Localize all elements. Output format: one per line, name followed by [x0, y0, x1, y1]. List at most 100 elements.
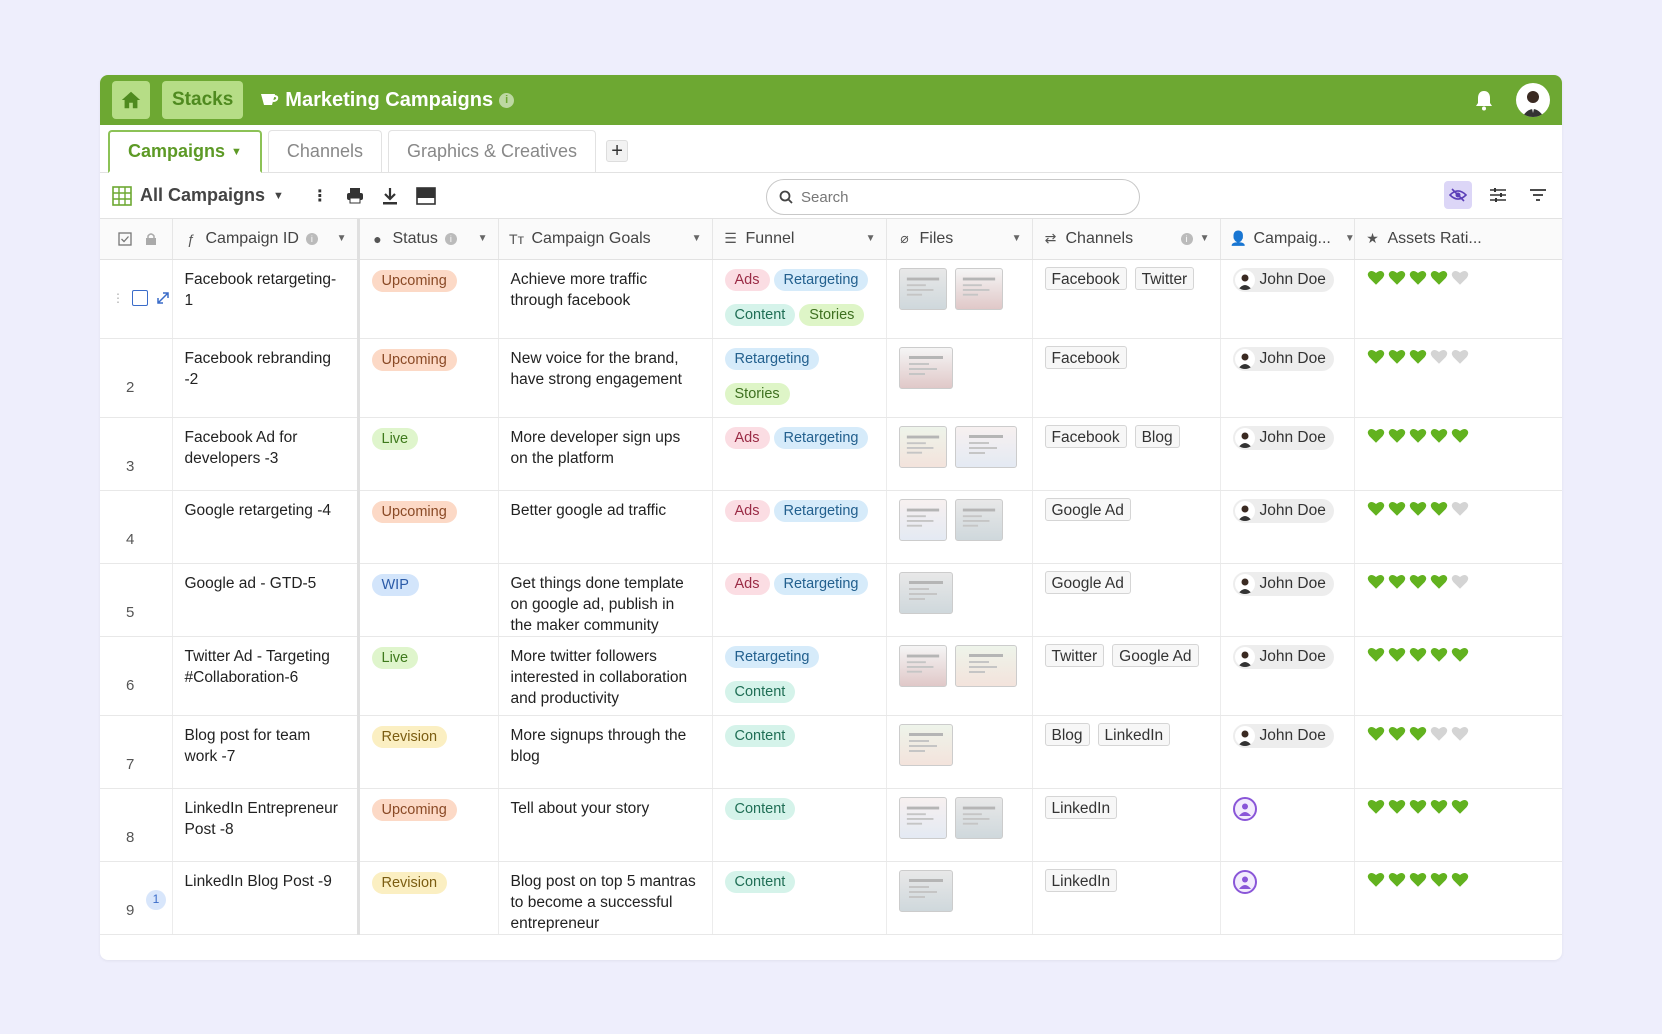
heart-icon[interactable] [1367, 646, 1385, 663]
tab-channels[interactable]: Channels [267, 130, 382, 172]
info-icon[interactable]: i [1180, 232, 1193, 245]
heart-icon[interactable] [1388, 646, 1406, 663]
status-cell[interactable]: Live [358, 636, 499, 716]
heart-icon[interactable] [1388, 871, 1406, 888]
rating-cell[interactable] [1354, 417, 1562, 491]
channels-cell[interactable]: Facebook [1032, 338, 1221, 418]
channel-link[interactable]: Google Ad [1044, 497, 1131, 521]
goal-cell[interactable]: More developer sign ups on the platform [498, 417, 713, 491]
hide-fields-button[interactable] [1444, 181, 1472, 209]
heart-icon[interactable] [1367, 798, 1385, 815]
table-row[interactable]: 91 LinkedIn Blog Post -9 Revision Blog p… [100, 861, 1562, 935]
files-cell[interactable] [886, 636, 1033, 716]
file-thumbnail[interactable] [898, 425, 947, 468]
file-thumbnail[interactable] [898, 571, 953, 614]
owner-cell[interactable]: John Doe [1220, 490, 1355, 564]
rating-hearts[interactable] [1367, 346, 1550, 365]
status-cell[interactable]: Upcoming [358, 338, 499, 418]
column-files[interactable]: ⌀ Files ▼ [886, 219, 1033, 260]
heart-icon[interactable] [1451, 646, 1469, 663]
column-funnel[interactable]: ☰ Funnel ▼ [712, 219, 887, 260]
column-status[interactable]: ● Status i ▼ [358, 219, 499, 260]
channel-link[interactable]: Google Ad [1112, 643, 1199, 667]
files-cell[interactable] [886, 417, 1033, 491]
heart-icon[interactable] [1451, 871, 1469, 888]
heart-icon[interactable] [1388, 798, 1406, 815]
heart-icon[interactable] [1430, 871, 1448, 888]
caret-down-icon[interactable]: ▼ [337, 233, 347, 244]
channels-cell[interactable]: Google Ad [1032, 563, 1221, 637]
channels-cell[interactable]: Twitter Google Ad [1032, 636, 1221, 716]
files-cell[interactable] [886, 259, 1033, 339]
owner-cell[interactable]: John Doe [1220, 636, 1355, 716]
goal-cell[interactable]: Blog post on top 5 mantras to become a s… [498, 861, 713, 935]
funnel-cell[interactable]: Retargeting Content [712, 636, 887, 716]
info-icon[interactable]: i [444, 232, 457, 245]
files-cell[interactable] [886, 788, 1033, 862]
channels-cell[interactable]: Blog LinkedIn [1032, 715, 1221, 789]
table-row[interactable]: 6 Twitter Ad - Targeting #Collaboration-… [100, 636, 1562, 716]
rating-cell[interactable] [1354, 490, 1562, 564]
heart-icon[interactable] [1430, 500, 1448, 517]
heart-icon[interactable] [1451, 500, 1469, 517]
info-icon[interactable]: i [305, 232, 318, 245]
goal-cell[interactable]: Tell about your story [498, 788, 713, 862]
owner-cell[interactable]: John Doe [1220, 563, 1355, 637]
heart-icon[interactable] [1409, 725, 1427, 742]
checkbox-icon[interactable] [118, 232, 132, 246]
channel-link[interactable]: Google Ad [1044, 570, 1131, 594]
owner-chip[interactable]: John Doe [1232, 571, 1334, 596]
goal-cell[interactable]: Achieve more traffic through facebook [498, 259, 713, 339]
notifications-button[interactable] [1474, 89, 1494, 111]
owner-chip[interactable]: John Doe [1232, 267, 1334, 292]
status-cell[interactable]: Upcoming [358, 259, 499, 339]
channels-cell[interactable]: LinkedIn [1032, 861, 1221, 935]
heart-icon[interactable] [1409, 871, 1427, 888]
heart-icon[interactable] [1388, 573, 1406, 590]
goal-cell[interactable]: New voice for the brand, have strong eng… [498, 338, 713, 418]
select-all-header[interactable] [100, 219, 173, 260]
campaign-id-cell[interactable]: Google retargeting -4 [172, 490, 360, 564]
expand-icon[interactable] [156, 291, 170, 305]
file-thumbnail[interactable] [898, 267, 947, 310]
layout-icon[interactable] [416, 186, 436, 205]
caret-down-icon[interactable]: ▼ [1345, 233, 1353, 244]
channel-link[interactable]: LinkedIn [1044, 795, 1118, 819]
rating-cell[interactable] [1354, 788, 1562, 862]
goal-cell[interactable]: More signups through the blog [498, 715, 713, 789]
heart-icon[interactable] [1409, 646, 1427, 663]
channels-cell[interactable]: Google Ad [1032, 490, 1221, 564]
campaign-id-cell[interactable]: LinkedIn Blog Post -9 [172, 861, 360, 935]
home-button[interactable] [112, 81, 150, 119]
table-row[interactable]: 3 Facebook Ad for developers -3 Live Mor… [100, 417, 1562, 491]
heart-icon[interactable] [1409, 269, 1427, 286]
heart-icon[interactable] [1367, 500, 1385, 517]
rating-cell[interactable] [1354, 338, 1562, 418]
heart-icon[interactable] [1451, 348, 1469, 365]
funnel-cell[interactable]: Ads Retargeting [712, 417, 887, 491]
file-thumbnail[interactable] [954, 267, 1003, 310]
campaign-id-cell[interactable]: Facebook Ad for developers -3 [172, 417, 360, 491]
heart-icon[interactable] [1451, 427, 1469, 444]
heart-icon[interactable] [1430, 646, 1448, 663]
heart-icon[interactable] [1451, 725, 1469, 742]
campaign-id-cell[interactable]: Facebook retargeting-1 [172, 259, 360, 339]
file-thumbnail[interactable] [954, 425, 1017, 468]
owner-cell[interactable]: John Doe [1220, 338, 1355, 418]
info-icon[interactable]: i [499, 92, 515, 108]
file-thumbnail[interactable] [954, 644, 1017, 687]
heart-icon[interactable] [1430, 725, 1448, 742]
funnel-cell[interactable]: Ads Retargeting [712, 490, 887, 564]
status-cell[interactable]: WIP [358, 563, 499, 637]
table-row[interactable]: 4 Google retargeting -4 Upcoming Better … [100, 490, 1562, 564]
owner-chip[interactable]: John Doe [1232, 425, 1334, 450]
column-channels[interactable]: ⇄ Channels i ▼ [1032, 219, 1221, 260]
channel-link[interactable]: LinkedIn [1044, 868, 1118, 892]
channel-link[interactable]: Facebook [1044, 424, 1127, 448]
tab-graphics-creatives[interactable]: Graphics & Creatives [387, 130, 597, 172]
caret-down-icon[interactable]: ▼ [1200, 233, 1210, 244]
stacks-button[interactable]: Stacks [162, 81, 244, 119]
heart-icon[interactable] [1409, 348, 1427, 365]
channel-link[interactable]: Blog [1044, 722, 1090, 746]
files-cell[interactable] [886, 861, 1033, 935]
